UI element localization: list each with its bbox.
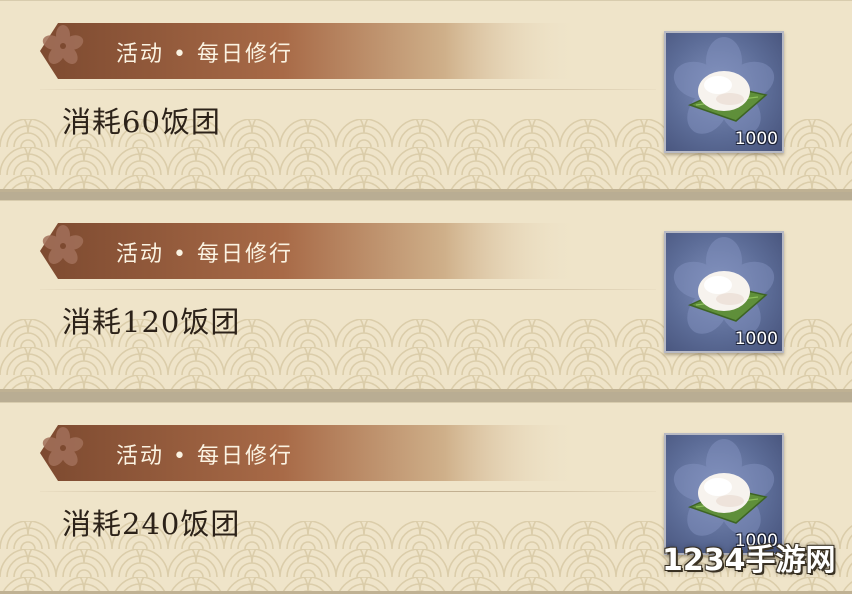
- category-banner: 活动 • 每日修行: [40, 23, 580, 79]
- reward-slot[interactable]: 1000: [664, 31, 784, 153]
- task-category-label: 活动 • 每日修行: [116, 444, 293, 469]
- watermark: 1234手游网: [662, 543, 836, 578]
- sakura-icon: [42, 427, 84, 466]
- reward-count: 1000: [734, 129, 778, 149]
- sakura-icon: [42, 25, 84, 64]
- task-card: 活动 • 每日修行 消耗60饭团 1000: [0, 0, 852, 192]
- category-banner: 活动 • 每日修行: [40, 425, 580, 481]
- task-category-label: 活动 • 每日修行: [116, 42, 293, 67]
- task-category-label: 活动 • 每日修行: [116, 242, 293, 267]
- reward-slot[interactable]: 1000: [664, 231, 784, 353]
- task-card: 活动 • 每日修行 消耗120饭团 1000: [0, 200, 852, 392]
- task-list: 活动 • 每日修行 消耗60饭团 1000 活动 • 每日修行 消耗120饭团 …: [0, 0, 852, 594]
- sakura-icon: [42, 225, 84, 264]
- divider: [40, 491, 656, 492]
- reward-count: 1000: [734, 329, 778, 349]
- task-description: 消耗240饭团: [62, 507, 241, 541]
- task-description: 消耗60饭团: [62, 105, 221, 139]
- divider: [40, 289, 656, 290]
- task-description: 消耗120饭团: [62, 305, 241, 339]
- divider: [40, 89, 656, 90]
- category-banner: 活动 • 每日修行: [40, 223, 580, 279]
